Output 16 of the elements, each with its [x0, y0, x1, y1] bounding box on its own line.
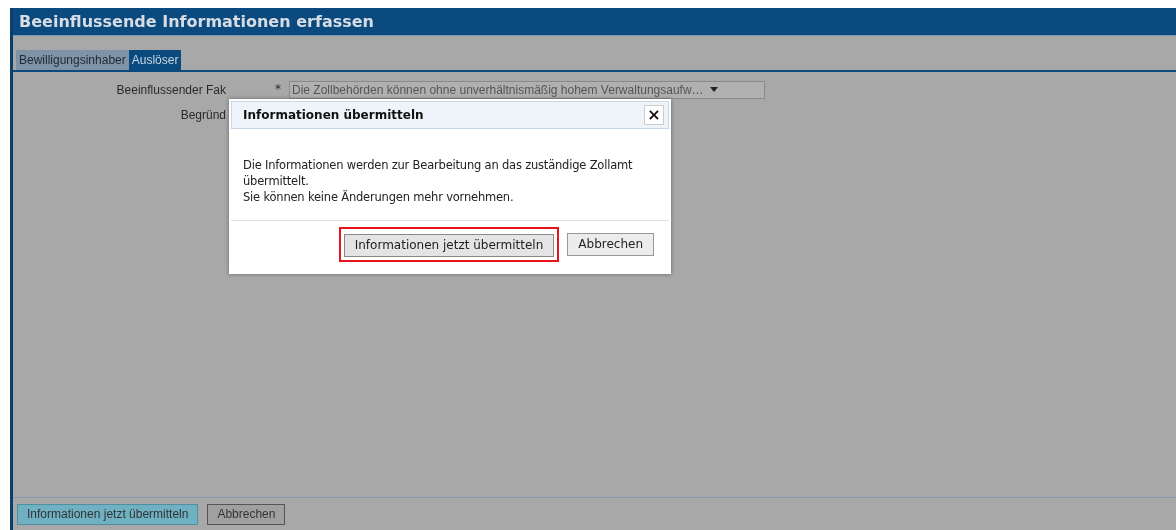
confirm-button[interactable]: Informationen jetzt übermitteln	[343, 233, 555, 257]
caret-icon	[709, 87, 718, 92]
tab[interactable]: Auslöser	[128, 50, 182, 70]
required-mark: *	[275, 81, 281, 98]
dialog-title: Informationen übermitteln	[243, 107, 424, 124]
cancel-button[interactable]: Abbrechen	[207, 503, 286, 525]
select-field[interactable]: Die Zollbehörden können ohne unverhältnismäßig hohem Verwaltungsaufw…	[289, 80, 765, 99]
dialog-message: Die Informationen werden zur Bearbeitung an das zuständige Zollamt übermittelt.	[243, 157, 634, 189]
cancel-button[interactable]: Abbrechen	[567, 232, 654, 256]
dialog-message: Sie können keine Änderungen mehr vornehmen.	[243, 189, 515, 205]
field-label: Beeinflussender Fak	[116, 81, 226, 99]
page-title: Beeinflussende Informationen erfassen	[19, 10, 374, 33]
close-button[interactable]: ×	[644, 105, 664, 125]
tab[interactable]: Bewilligungsinhaber	[16, 50, 129, 70]
field-label: Begründ	[180, 106, 226, 124]
submit-button[interactable]: Informationen jetzt übermitteln	[17, 503, 199, 525]
